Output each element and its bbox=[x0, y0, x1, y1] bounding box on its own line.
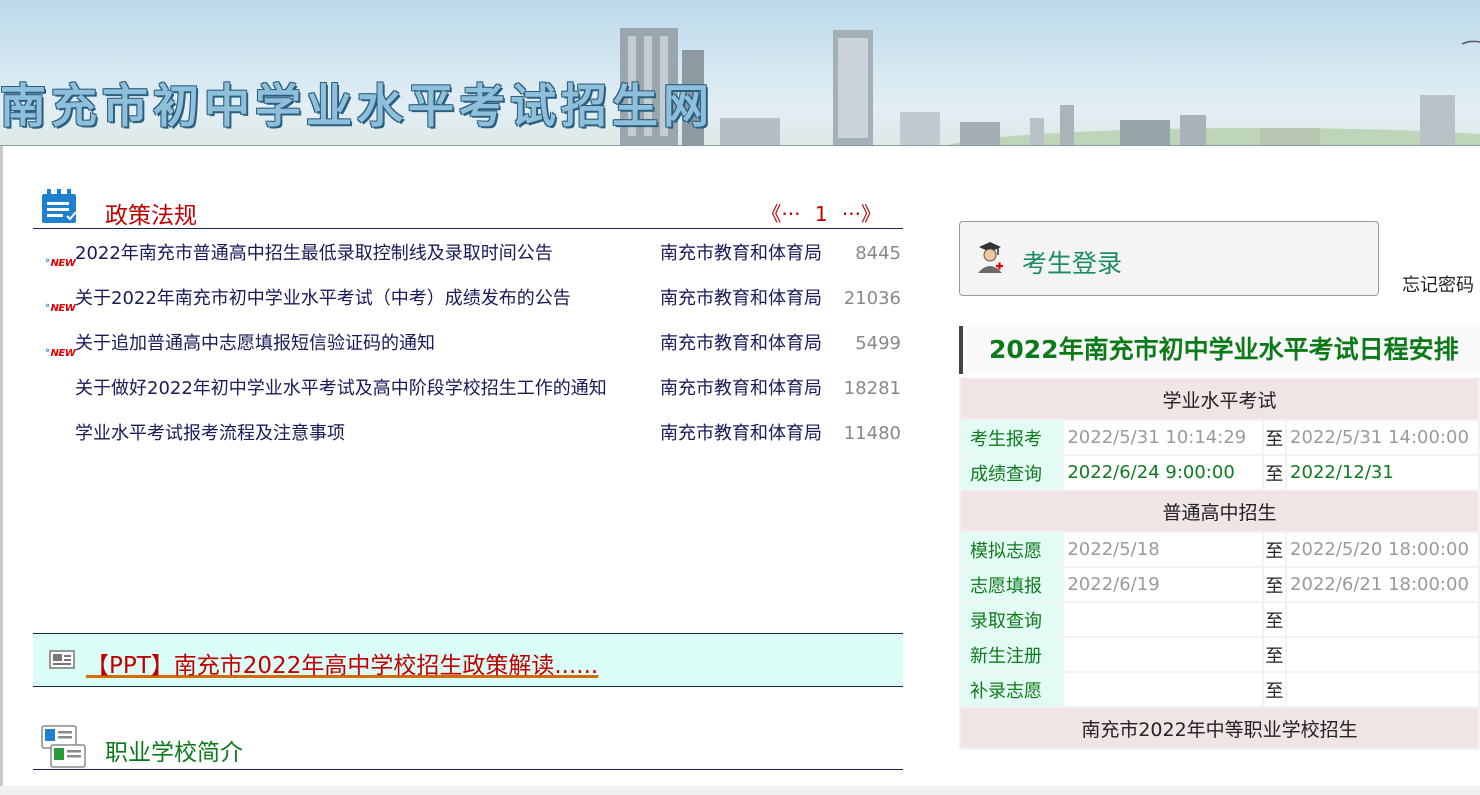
schedule-row-label: 成绩查询 bbox=[958, 454, 1065, 491]
schedule-table: 学业水平考试 考生报考 2022/5/31 10:14:29 至 2022/5/… bbox=[958, 377, 1480, 750]
schedule-separator: 至 bbox=[1261, 671, 1288, 708]
header-banner: 南充市初中学业水平考试招生网 bbox=[0, 0, 1480, 146]
schedule-end-date: 2022/5/20 18:00:00 bbox=[1285, 531, 1480, 568]
schedule-category-label: 学业水平考试 bbox=[959, 377, 1480, 421]
news-view-count: 8445 bbox=[855, 243, 901, 264]
schedule-separator: 至 bbox=[1261, 419, 1288, 456]
schedule-row: 补录志愿 至 bbox=[958, 671, 1480, 708]
policy-section-header: 政策法规 《··· 1 ···》 bbox=[33, 188, 903, 229]
news-source: 南充市教育和体育局 bbox=[660, 378, 822, 399]
schedule-start-date bbox=[1062, 601, 1264, 638]
schedule-row: 考生报考 2022/5/31 10:14:29 至 2022/5/31 14:0… bbox=[958, 419, 1480, 456]
news-title-link[interactable]: 2022年南充市普通高中招生最低录取控制线及录取时间公告 bbox=[75, 238, 657, 270]
schedule-end-date bbox=[1285, 671, 1480, 708]
news-title-link[interactable]: 关于做好2022年初中学业水平考试及高中阶段学校招生工作的通知 bbox=[75, 373, 657, 405]
policy-section-title: 政策法规 bbox=[105, 203, 197, 229]
vocational-section-header: 职业学校简介 bbox=[33, 725, 903, 770]
schedule-row: 成绩查询 2022/6/24 9:00:00 至 2022/12/31 bbox=[958, 454, 1480, 491]
schedule-row-label: 考生报考 bbox=[958, 419, 1065, 456]
schedule-start-date: 2022/6/24 9:00:00 bbox=[1062, 454, 1264, 491]
schedule-start-date: 2022/6/19 bbox=[1062, 566, 1264, 603]
schedule-category-label: 南充市2022年中等职业学校招生 bbox=[959, 706, 1480, 750]
student-login-button[interactable]: 考生登录 bbox=[959, 221, 1379, 296]
schedule-end-date bbox=[1285, 636, 1480, 673]
news-view-count: 18281 bbox=[843, 378, 901, 399]
news-item: 学业水平考试报考流程及注意事项 南充市教育和体育局 11480 bbox=[33, 418, 903, 463]
new-badge-icon: °NEW bbox=[45, 348, 76, 359]
schedule-row: 模拟志愿 2022/5/18 至 2022/5/20 18:00:00 bbox=[958, 531, 1480, 568]
schedule-separator: 至 bbox=[1261, 454, 1288, 491]
schedule-end-date: 2022/6/21 18:00:00 bbox=[1285, 566, 1480, 603]
new-badge-icon: °NEW bbox=[45, 303, 76, 314]
slideshow-icon bbox=[49, 650, 75, 675]
site-title: 南充市初中学业水平考试招生网 bbox=[0, 79, 714, 133]
policy-pager: 《··· 1 ···》 bbox=[761, 198, 881, 227]
forgot-password-link[interactable]: 忘记密码 bbox=[1402, 271, 1474, 297]
news-title-link[interactable]: 学业水平考试报考流程及注意事项 bbox=[75, 418, 657, 450]
schedule-category-label: 普通高中招生 bbox=[959, 489, 1480, 533]
news-title-link[interactable]: 关于追加普通高中志愿填报短信验证码的通知 bbox=[75, 328, 657, 360]
schedule-end-date bbox=[1285, 601, 1480, 638]
news-item: °NEW 2022年南充市普通高中招生最低录取控制线及录取时间公告 南充市教育和… bbox=[33, 238, 903, 283]
pager-prev-button[interactable]: 《··· bbox=[761, 202, 800, 226]
pager-next-button[interactable]: ···》 bbox=[842, 202, 881, 226]
schedule-row: 录取查询 至 bbox=[958, 601, 1480, 638]
schedule-row: 新生注册 至 bbox=[958, 636, 1480, 673]
vocational-section-title: 职业学校简介 bbox=[105, 740, 243, 766]
news-source: 南充市教育和体育局 bbox=[660, 243, 822, 264]
schedule-row-label: 补录志愿 bbox=[958, 671, 1065, 708]
news-view-count: 5499 bbox=[855, 333, 901, 354]
schedule-row-label: 新生注册 bbox=[958, 636, 1065, 673]
news-view-count: 21036 bbox=[843, 288, 901, 309]
calendar-list-icon bbox=[41, 188, 79, 229]
schedule-category-row: 学业水平考试 bbox=[959, 377, 1480, 421]
news-item: °NEW 关于追加普通高中志愿填报短信验证码的通知 南充市教育和体育局 5499 bbox=[33, 328, 903, 373]
login-title: 考生登录 bbox=[1022, 249, 1123, 278]
news-source: 南充市教育和体育局 bbox=[660, 423, 822, 444]
news-item: °NEW 关于2022年南充市初中学业水平考试（中考）成绩发布的公告 南充市教育… bbox=[33, 283, 903, 328]
schedule-start-date: 2022/5/18 bbox=[1062, 531, 1264, 568]
pager-page-number[interactable]: 1 bbox=[815, 202, 828, 226]
schedule-separator: 至 bbox=[1261, 531, 1288, 568]
schedule-end-date: 2022/5/31 14:00:00 bbox=[1285, 419, 1480, 456]
policy-news-list: °NEW 2022年南充市普通高中招生最低录取控制线及录取时间公告 南充市教育和… bbox=[33, 238, 903, 463]
bottom-scroll-strip bbox=[0, 786, 1480, 795]
schedule-end-date: 2022/12/31 bbox=[1285, 454, 1480, 491]
schedule-start-date: 2022/5/31 10:14:29 bbox=[1062, 419, 1264, 456]
schedule-title: 2022年南充市初中学业水平考试日程安排 bbox=[959, 326, 1480, 374]
schedule-separator: 至 bbox=[1261, 601, 1288, 638]
schedule-separator: 至 bbox=[1261, 636, 1288, 673]
schedule-start-date bbox=[1062, 636, 1264, 673]
schedule-start-date bbox=[1062, 671, 1264, 708]
schedule-separator: 至 bbox=[1261, 566, 1288, 603]
schedule-category-row: 南充市2022年中等职业学校招生 bbox=[959, 706, 1480, 750]
schedule-row: 志愿填报 2022/6/19 至 2022/6/21 18:00:00 bbox=[958, 566, 1480, 603]
news-source: 南充市教育和体育局 bbox=[660, 333, 822, 354]
news-source: 南充市教育和体育局 bbox=[660, 288, 822, 309]
schedule-category-row: 普通高中招生 bbox=[959, 489, 1480, 533]
schedule-row-label: 录取查询 bbox=[958, 601, 1065, 638]
ppt-banner: 【PPT】南充市2022年高中学校招生政策解读...... bbox=[33, 633, 903, 687]
ppt-policy-link[interactable]: 【PPT】南充市2022年高中学校招生政策解读...... bbox=[86, 646, 598, 680]
schedule-row-label: 模拟志愿 bbox=[958, 531, 1065, 568]
new-badge-icon: °NEW bbox=[45, 258, 76, 269]
news-view-count: 11480 bbox=[843, 423, 901, 444]
left-frame-border bbox=[0, 146, 3, 795]
news-item: 关于做好2022年初中学业水平考试及高中阶段学校招生工作的通知 南充市教育和体育… bbox=[33, 373, 903, 418]
schedule-row-label: 志愿填报 bbox=[958, 566, 1065, 603]
news-title-link[interactable]: 关于2022年南充市初中学业水平考试（中考）成绩发布的公告 bbox=[75, 283, 657, 315]
id-cards-icon bbox=[41, 725, 87, 774]
graduate-user-icon bbox=[976, 240, 1004, 279]
